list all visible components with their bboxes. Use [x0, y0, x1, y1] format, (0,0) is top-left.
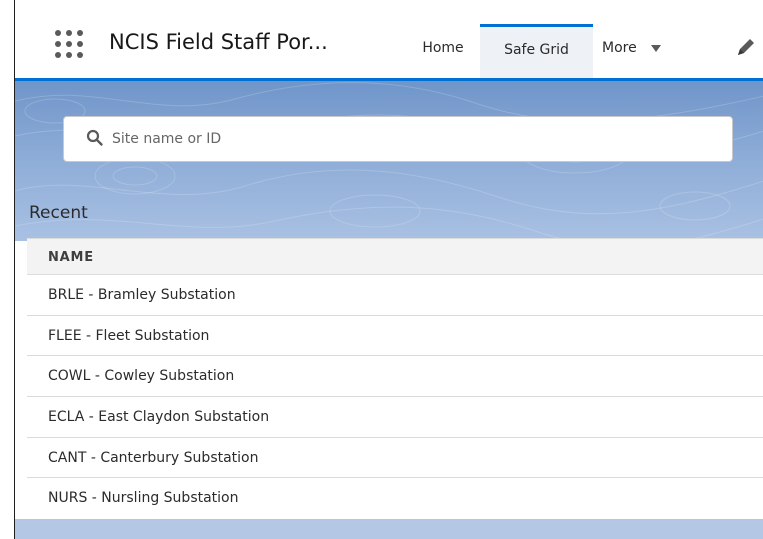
recent-section-title: Recent [29, 203, 88, 223]
search-banner [15, 81, 763, 241]
list-item[interactable]: COWL - Cowley Substation [27, 356, 763, 398]
chevron-down-icon [650, 44, 661, 52]
tab-home-label: Home [422, 40, 464, 56]
tab-safe-grid[interactable]: Safe Grid [480, 24, 593, 78]
search-icon [86, 129, 103, 146]
tab-more[interactable]: More [602, 24, 706, 75]
search-input[interactable] [112, 117, 712, 161]
tab-safe-grid-label: Safe Grid [504, 42, 569, 58]
app-window: NCIS Field Staff Por... Home Safe Grid M… [14, 0, 763, 539]
list-item[interactable]: ECLA - East Claydon Substation [27, 397, 763, 438]
page-background-strip [15, 519, 763, 539]
recent-list: NAME BRLE - Bramley Substation FLEE - Fl… [27, 238, 763, 519]
list-item[interactable]: BRLE - Bramley Substation [27, 275, 763, 316]
column-header-name[interactable]: NAME [27, 238, 763, 275]
list-item[interactable]: FLEE - Fleet Substation [27, 316, 763, 357]
pencil-icon[interactable] [735, 36, 757, 58]
list-item[interactable]: CANT - Canterbury Substation [27, 438, 763, 479]
tab-home[interactable]: Home [411, 24, 475, 75]
app-launcher-grid-icon[interactable] [53, 28, 85, 60]
tab-more-label: More [602, 40, 637, 56]
list-item[interactable]: NURS - Nursling Substation [27, 478, 763, 519]
search-field[interactable] [63, 116, 733, 162]
app-header: NCIS Field Staff Por... Home Safe Grid M… [15, 0, 763, 81]
app-name: NCIS Field Staff Por... [109, 30, 328, 54]
